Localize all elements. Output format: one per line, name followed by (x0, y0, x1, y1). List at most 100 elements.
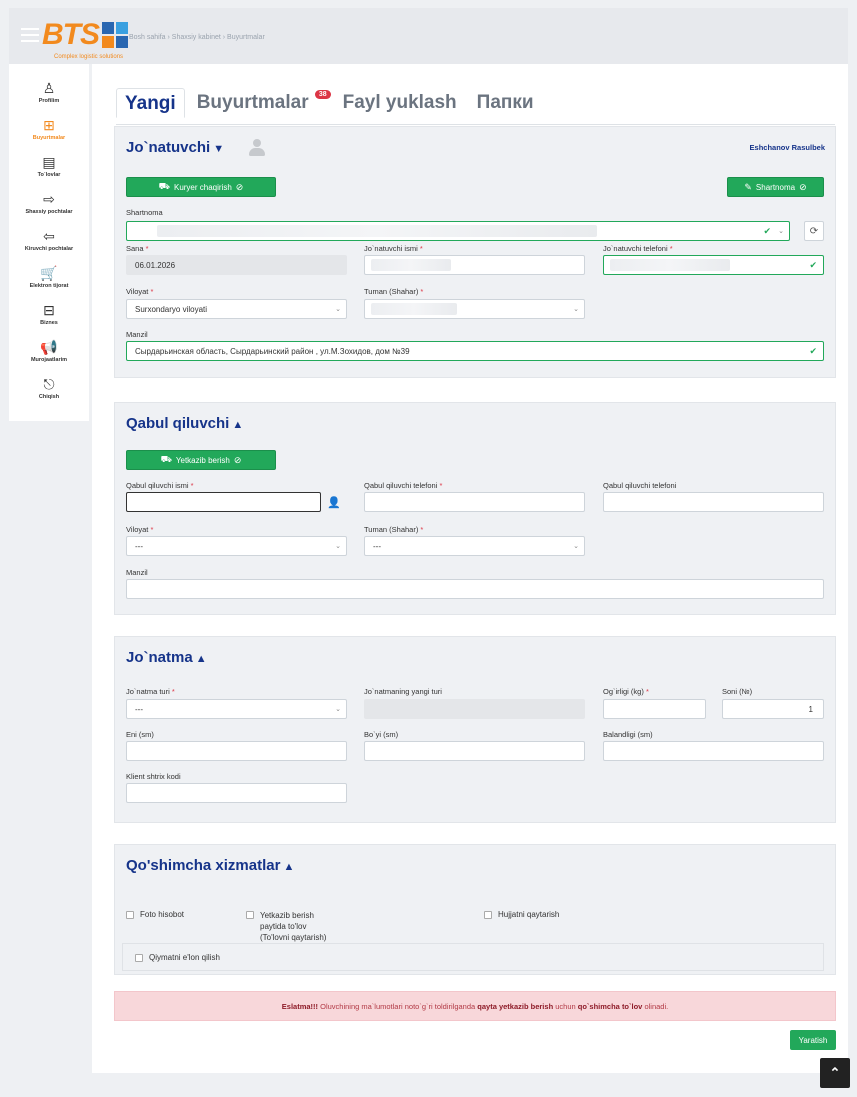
sender-phone-label: Jo`natuvchi telefoni * (603, 244, 673, 253)
logout-icon: ⎋ (43, 376, 55, 392)
tab-yangi[interactable]: Yangi (116, 88, 185, 118)
receiver-address-label: Manzil (126, 568, 148, 577)
district-select[interactable]: ⌄ (364, 299, 585, 319)
person-icon[interactable]: 👤 (321, 492, 347, 512)
parcel-title[interactable]: Jo`natma ▲ (126, 649, 207, 666)
sidebar-item-label: Buyurtmalar (32, 135, 66, 141)
check-icon: ✔ (809, 259, 817, 270)
courier-call-button[interactable]: ⛟ Kuryer chaqirish ⊘ (126, 177, 276, 197)
scroll-to-top-icon[interactable]: ⌃ (820, 1058, 850, 1088)
barcode-label: Klient shtrix kodi (126, 772, 181, 781)
parcel-section: Jo`natma ▲ Jo`natma turi * --- ⌄ Jo`natman… (114, 636, 836, 823)
redacted-district (371, 303, 457, 315)
check-icon: ✔ (809, 345, 817, 356)
sidebar-item-label: Biznes (40, 320, 58, 326)
sender-title[interactable]: Jo`natuvchi ▼ (126, 139, 224, 156)
sidebar-item-elektron-tijorat[interactable]: 🛒 Elektron tijorat (9, 263, 89, 300)
height-input[interactable] (603, 741, 824, 761)
receiver-address-input[interactable] (126, 579, 824, 599)
chevron-down-icon: ⌄ (778, 228, 784, 235)
contract-button[interactable]: ✎ Shartnoma ⊘ (727, 177, 824, 197)
chevron-down-icon: ⌄ (335, 706, 341, 713)
region-select[interactable]: Surxondaryo viloyati ⌄ (126, 299, 347, 319)
sidebar-item-label: Elektron tijorat (29, 283, 69, 289)
refresh-icon[interactable]: ⟳ (804, 221, 824, 241)
receiver-phone2-input[interactable] (603, 492, 824, 512)
count-label: Soni (№) (722, 687, 753, 696)
avatar-icon (248, 139, 266, 157)
inbox-icon: ⇦ (43, 228, 55, 244)
breadcrumb[interactable]: Bosh sahifa › Shaxsiy kabinet › Buyurtma… (129, 34, 265, 41)
sidebar-item-label: Murojaatlarim (30, 357, 68, 363)
doc-return-checkbox[interactable]: Hujjatni qaytarish (484, 910, 559, 919)
tab-fayl-yuklash[interactable]: Fayl yuklash (335, 88, 465, 118)
declare-value-checkbox[interactable]: Qiymatni e'lon qilish (135, 953, 220, 962)
length-input[interactable] (364, 741, 585, 761)
cod-checkbox[interactable]: Yetkazib berish paytida to'lov (To'lovni q… (246, 910, 326, 943)
photo-report-checkbox[interactable]: Foto hisobot (126, 910, 184, 919)
main-panel: Yangi Buyurtmalar 38 Fayl yuklash Папки J… (92, 64, 848, 1073)
receiver-district-label: Tuman (Shahar) * (364, 525, 424, 534)
sidebar: ♙ Profilim ⊞ Buyurtmalar ▤ To`lovlar ⇨ Shaxsiy … (9, 64, 89, 1073)
date-field: 06.01.2026 (126, 255, 347, 275)
weight-label: Og`irligi (kg) * (603, 687, 649, 696)
contract-select[interactable]: ✔ ⌄ (126, 221, 790, 241)
tab-papki[interactable]: Папки (469, 88, 542, 118)
chevron-down-icon: ⌄ (573, 543, 579, 550)
date-label: Sana * (126, 244, 149, 253)
sidebar-item-kiruvchi-pochtalar[interactable]: ⇦ Kiruvchi pochtalar (9, 226, 89, 263)
receiver-district-select[interactable]: --- ⌄ (364, 536, 585, 556)
address-input[interactable]: Сырдарьинская область, Сырдарьинский рай… (126, 341, 824, 361)
sidebar-item-murojaatlarim[interactable]: 📢 Murojaatlarim (9, 337, 89, 374)
count-input[interactable]: 1 (722, 699, 824, 719)
sidebar-item-label: Shaxsiy pochtalar (25, 209, 73, 215)
tab-divider (116, 124, 835, 125)
parcel-type-select[interactable]: --- ⌄ (126, 699, 347, 719)
sidebar-item-buyurtmalar[interactable]: ⊞ Buyurtmalar (9, 115, 89, 152)
parcel-new-type-label: Jo`natmaning yangi turi (364, 687, 442, 696)
truck-icon: ⛟ (158, 181, 170, 191)
extras-title[interactable]: Qo'shimcha xizmatlar ▲ (126, 857, 294, 874)
sidebar-item-to-lovlar[interactable]: ▤ To`lovlar (9, 152, 89, 189)
chevron-down-icon: ⌄ (335, 543, 341, 550)
parcel-type-label: Jo`natma turi * (126, 687, 175, 696)
truck-icon: ⛟ (160, 454, 172, 464)
district-label: Tuman (Shahar) * (364, 287, 424, 296)
declare-value-box: Qiymatni e'lon qilish (122, 943, 824, 971)
weight-input[interactable] (603, 699, 706, 719)
create-button[interactable]: Yaratish (790, 1030, 836, 1050)
logo[interactable]: BTS Complex logistic solutions (42, 18, 128, 60)
receiver-region-select[interactable]: --- ⌄ (126, 536, 347, 556)
sender-name-input[interactable] (364, 255, 585, 275)
tab-buyurtmalar[interactable]: Buyurtmalar 38 (189, 88, 331, 118)
sender-name-label: Jo`natuvchi ismi * (364, 244, 423, 253)
parcel-new-type-field (364, 699, 585, 719)
sidebar-item-label: Kiruvchi pochtalar (24, 246, 74, 252)
check-icon: ✔ (763, 225, 771, 236)
sidebar-item-label: To`lovlar (37, 172, 61, 178)
redacted-phone (610, 259, 730, 271)
receiver-phone-input[interactable] (364, 492, 585, 512)
sidebar-item-chiqish[interactable]: ⎋ Chiqish (9, 374, 89, 411)
sender-phone-input[interactable]: ✔ (603, 255, 824, 275)
contract-icon: ✎ (744, 181, 752, 192)
top-bar: BTS Complex logistic solutions Bosh sahi… (9, 8, 848, 64)
sidebar-item-label: Chiqish (38, 394, 60, 400)
receiver-name-input[interactable] (126, 492, 321, 512)
money-icon: ▤ (42, 154, 56, 170)
width-input[interactable] (126, 741, 347, 761)
barcode-input[interactable] (126, 783, 347, 803)
region-label: Viloyat * (126, 287, 154, 296)
sidebar-item-biznes[interactable]: ⊟ Biznes (9, 300, 89, 337)
delivery-button[interactable]: ⛟ Yetkazib berish ⊘ (126, 450, 276, 470)
sidebar-item-shaxsiy-pochtalar[interactable]: ⇨ Shaxsiy pochtalar (9, 189, 89, 226)
receiver-phone2-label: Qabul qiluvchi telefoni (603, 481, 677, 490)
chevron-down-icon: ⌄ (573, 306, 579, 313)
check-circle-icon: ⊘ (233, 454, 242, 465)
receiver-title[interactable]: Qabul qiluvchi ▲ (126, 415, 243, 432)
hamburger-menu-icon[interactable] (21, 28, 39, 42)
sender-account-name[interactable]: Eshchanov Rasulbek (750, 143, 825, 152)
orders-count-badge: 38 (314, 90, 331, 99)
receiver-name-label: Qabul qiluvchi ismi * (126, 481, 194, 490)
sidebar-item-profilim[interactable]: ♙ Profilim (9, 78, 89, 115)
